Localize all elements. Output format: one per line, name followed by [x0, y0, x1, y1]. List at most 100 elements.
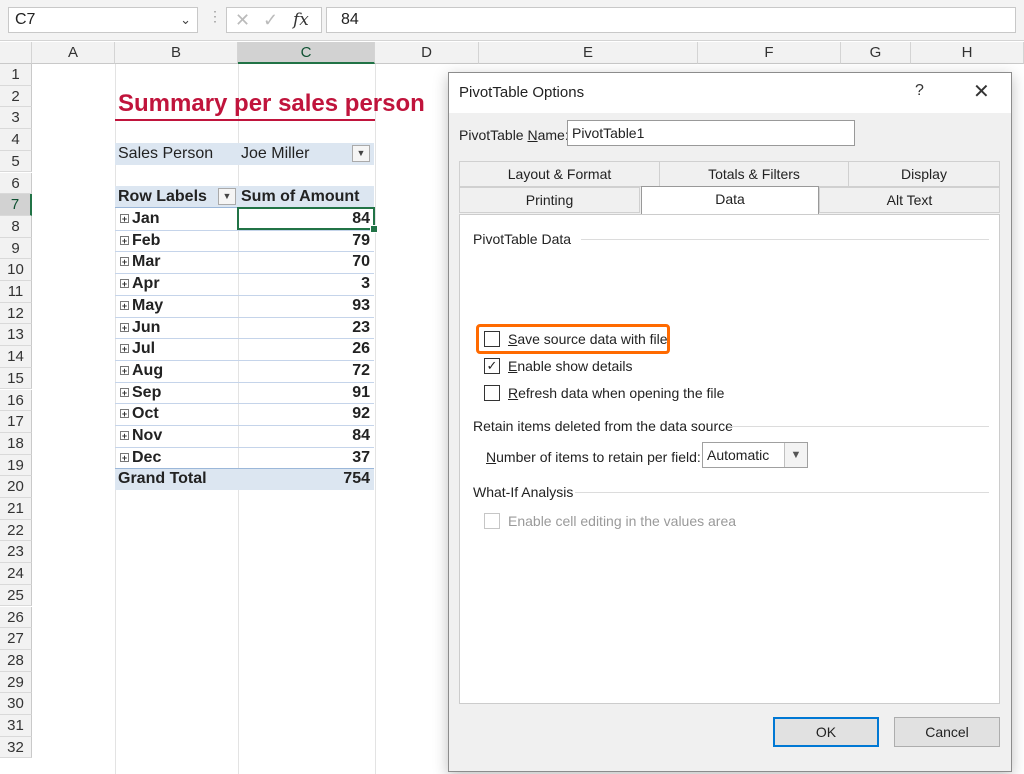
- month-value[interactable]: 37: [238, 447, 370, 468]
- column-header-f[interactable]: F: [698, 42, 841, 64]
- tab-printing[interactable]: Printing: [459, 187, 640, 213]
- row-header[interactable]: 7: [0, 194, 32, 216]
- row-labels-dropdown-icon[interactable]: ▼: [218, 188, 236, 205]
- row-header[interactable]: 25: [0, 584, 32, 607]
- expand-icon[interactable]: +: [120, 431, 129, 441]
- row-header[interactable]: 11: [0, 281, 32, 303]
- month-value[interactable]: 23: [238, 317, 370, 338]
- row-header[interactable]: 24: [0, 563, 32, 585]
- tab-alt-text[interactable]: Alt Text: [819, 187, 1000, 213]
- help-icon[interactable]: ?: [915, 82, 924, 100]
- month-row-label[interactable]: + Nov: [120, 425, 162, 446]
- row-header[interactable]: 6: [0, 172, 32, 195]
- month-value[interactable]: 72: [238, 360, 370, 381]
- refresh-on-open-checkbox[interactable]: [484, 385, 500, 401]
- row-header[interactable]: 29: [0, 671, 32, 694]
- month-value[interactable]: 84: [238, 425, 370, 446]
- expand-icon[interactable]: +: [120, 235, 129, 245]
- row-header[interactable]: 3: [0, 107, 32, 130]
- month-value[interactable]: 79: [238, 230, 370, 251]
- formula-input[interactable]: 84: [326, 7, 1016, 33]
- expand-icon[interactable]: +: [120, 387, 129, 397]
- filter-dropdown-icon[interactable]: ▼: [352, 145, 370, 162]
- row-labels-header[interactable]: Row Labels: [118, 186, 207, 207]
- expand-icon[interactable]: +: [120, 344, 129, 354]
- row-header[interactable]: 5: [0, 150, 32, 173]
- column-header-h[interactable]: H: [911, 42, 1024, 64]
- month-value[interactable]: 91: [238, 382, 370, 403]
- column-header-a[interactable]: A: [32, 42, 115, 64]
- row-header[interactable]: 8: [0, 215, 32, 238]
- enable-show-details-label[interactable]: Enable show details: [508, 358, 633, 374]
- expand-icon[interactable]: +: [120, 300, 129, 310]
- month-row-label[interactable]: + Feb: [120, 230, 160, 251]
- pivottable-name-input[interactable]: PivotTable1: [567, 120, 855, 146]
- column-header-e[interactable]: E: [479, 42, 698, 64]
- insert-function-icon[interactable]: fx: [293, 10, 309, 30]
- expand-icon[interactable]: +: [120, 322, 129, 332]
- column-header-g[interactable]: G: [841, 42, 911, 64]
- expand-icon[interactable]: +: [120, 409, 129, 419]
- row-header[interactable]: 10: [0, 259, 32, 281]
- row-header[interactable]: 1: [0, 64, 32, 86]
- month-row-label[interactable]: + Apr: [120, 273, 160, 294]
- close-icon[interactable]: ✕: [973, 79, 990, 104]
- month-value[interactable]: 3: [238, 273, 370, 294]
- row-header[interactable]: 23: [0, 541, 32, 564]
- row-header[interactable]: 12: [0, 302, 32, 325]
- row-header[interactable]: 4: [0, 129, 32, 151]
- cancel-button[interactable]: Cancel: [894, 717, 1000, 747]
- month-row-label[interactable]: + Aug: [120, 360, 163, 381]
- month-value[interactable]: 92: [238, 403, 370, 424]
- enable-cell-editing-label[interactable]: Enable cell editing in the values area: [508, 513, 736, 529]
- row-header[interactable]: 18: [0, 432, 32, 455]
- row-header[interactable]: 30: [0, 693, 32, 715]
- expand-icon[interactable]: +: [120, 257, 129, 267]
- row-header[interactable]: 32: [0, 736, 32, 759]
- expand-icon[interactable]: +: [120, 365, 129, 375]
- tab-layout-format[interactable]: Layout & Format: [459, 161, 660, 187]
- retain-items-select[interactable]: Automatic ▼: [702, 442, 808, 468]
- value-header[interactable]: Sum of Amount: [241, 186, 360, 207]
- month-value[interactable]: 93: [238, 295, 370, 316]
- active-cell-c7[interactable]: [237, 207, 378, 233]
- chevron-down-icon[interactable]: ▼: [784, 443, 807, 467]
- row-header[interactable]: 13: [0, 324, 32, 347]
- expand-icon[interactable]: +: [120, 452, 129, 462]
- row-header[interactable]: 28: [0, 649, 32, 672]
- column-header-c[interactable]: C: [238, 42, 375, 64]
- row-header[interactable]: 22: [0, 519, 32, 542]
- month-row-label[interactable]: + Dec: [120, 447, 161, 468]
- drag-handle-icon[interactable]: ⋮: [208, 8, 222, 25]
- expand-icon[interactable]: +: [120, 279, 129, 289]
- enable-show-details-checkbox[interactable]: ✓: [484, 358, 500, 374]
- chevron-down-icon[interactable]: ⌄: [180, 8, 191, 32]
- row-header[interactable]: 27: [0, 628, 32, 650]
- row-header[interactable]: 31: [0, 715, 32, 737]
- row-header[interactable]: 19: [0, 454, 32, 477]
- month-value[interactable]: 26: [238, 338, 370, 359]
- month-row-label[interactable]: + May: [120, 295, 163, 316]
- row-header[interactable]: 21: [0, 498, 32, 520]
- tab-display[interactable]: Display: [848, 161, 1000, 187]
- expand-icon[interactable]: +: [120, 214, 129, 224]
- cancel-icon[interactable]: ✕: [235, 10, 250, 31]
- column-header-b[interactable]: B: [115, 42, 238, 64]
- select-all-corner[interactable]: [0, 42, 32, 64]
- row-header[interactable]: 26: [0, 606, 32, 629]
- row-header[interactable]: 9: [0, 237, 32, 260]
- month-row-label[interactable]: + Sep: [120, 382, 161, 403]
- enter-icon[interactable]: ✓: [263, 10, 278, 31]
- grand-total-value[interactable]: 754: [238, 468, 370, 489]
- name-box[interactable]: C7 ⌄: [8, 7, 198, 33]
- row-header[interactable]: 16: [0, 389, 32, 412]
- row-header[interactable]: 17: [0, 411, 32, 433]
- refresh-on-open-label[interactable]: Refresh data when opening the file: [508, 385, 724, 401]
- month-row-label[interactable]: + Mar: [120, 251, 160, 272]
- ok-button[interactable]: OK: [773, 717, 879, 747]
- tab-totals-filters[interactable]: Totals & Filters: [659, 161, 849, 187]
- row-header[interactable]: 2: [0, 85, 32, 108]
- row-header[interactable]: 20: [0, 476, 32, 498]
- dialog-titlebar[interactable]: PivotTable Options ? ✕: [449, 73, 1011, 113]
- grand-total-label[interactable]: Grand Total: [118, 468, 207, 489]
